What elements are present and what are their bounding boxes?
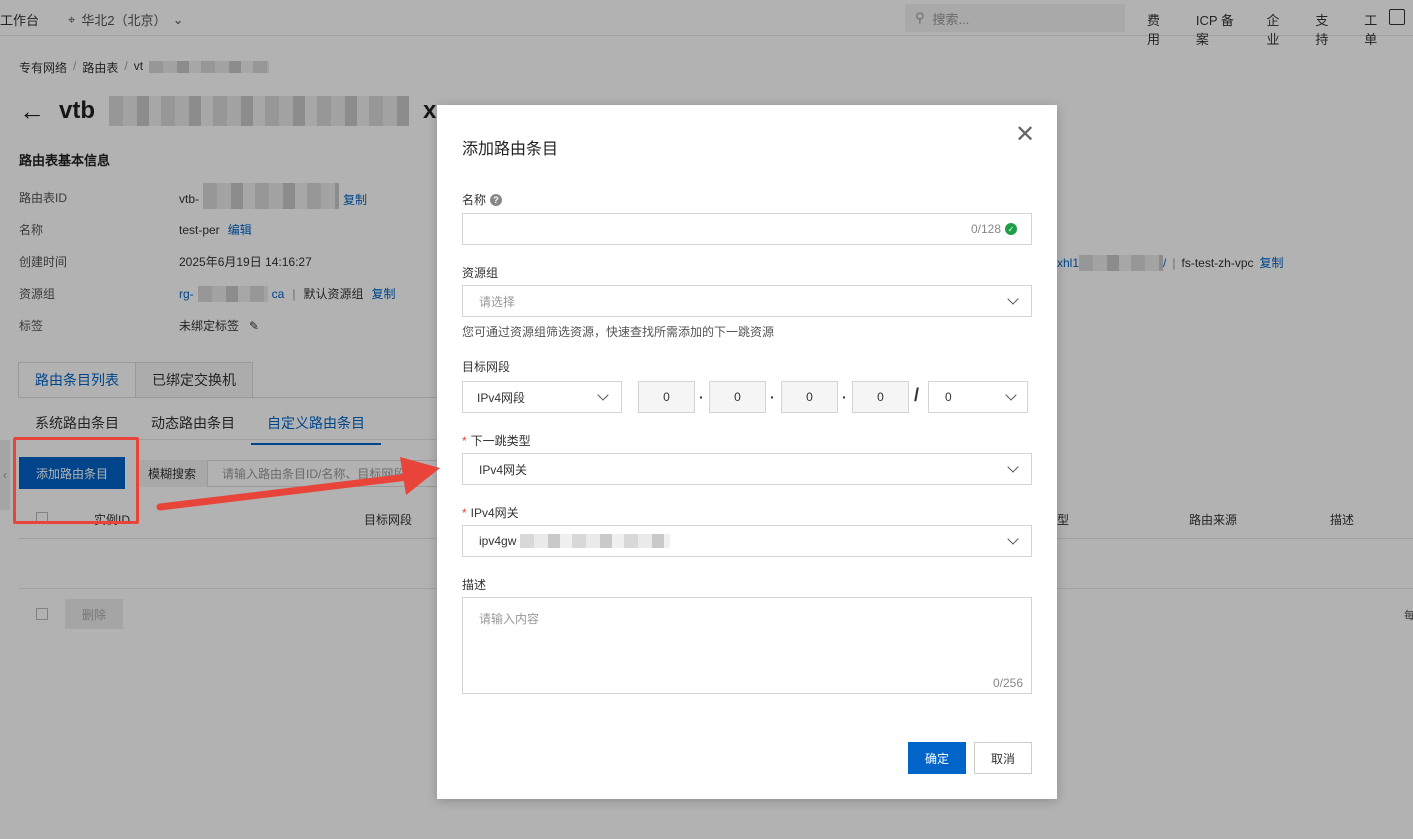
add-route-entry-dialog: 添加路由条目 ✕ 名称 ? 0/128 ✓ 资源组 请选择 您可通过资源组筛选资… bbox=[437, 105, 1057, 799]
dest-cidr-row: IPv4网段 0 · 0 · 0 · 0 / 0 bbox=[462, 381, 1032, 413]
octet-1-input[interactable]: 0 bbox=[638, 381, 695, 413]
name-counter: 0/128 bbox=[970, 222, 1001, 236]
ip-type-select[interactable]: IPv4网段 bbox=[462, 381, 622, 413]
dest-cidr-label: 目标网段 bbox=[462, 360, 511, 374]
annotation-highlight-box bbox=[13, 437, 139, 524]
nexthop-type-label: * 下一跳类型 bbox=[462, 433, 531, 449]
nexthop-type-select[interactable]: IPv4网关 bbox=[462, 453, 1032, 485]
dialog-title: 添加路由条目 bbox=[462, 141, 559, 158]
gateway-select[interactable]: ipv4gw bbox=[462, 525, 1032, 557]
chevron-down-icon bbox=[1007, 293, 1019, 305]
chevron-down-icon bbox=[1007, 533, 1019, 545]
confirm-button[interactable]: 确定 bbox=[908, 742, 966, 774]
description-label: 描述 bbox=[462, 578, 487, 592]
mask-select[interactable]: 0 bbox=[928, 381, 1028, 413]
help-icon[interactable]: ? bbox=[490, 193, 503, 206]
resource-group-hint: 您可通过资源组筛选资源，快速查找所需添加的下一跳资源 bbox=[462, 325, 775, 339]
octet-4-input[interactable]: 0 bbox=[852, 381, 909, 413]
gateway-label: * IPv4网关 bbox=[462, 505, 519, 521]
close-icon[interactable]: ✕ bbox=[1015, 123, 1035, 147]
octet-3-input[interactable]: 0 bbox=[781, 381, 838, 413]
check-icon: ✓ bbox=[1005, 223, 1017, 235]
name-input[interactable]: 0/128 ✓ bbox=[462, 213, 1032, 245]
cancel-button[interactable]: 取消 bbox=[974, 742, 1032, 774]
chevron-down-icon bbox=[1005, 389, 1017, 401]
name-label: 名称 ? bbox=[462, 191, 503, 208]
resource-group-label: 资源组 bbox=[462, 266, 499, 280]
octet-2-input[interactable]: 0 bbox=[709, 381, 766, 413]
description-textarea[interactable]: 请输入内容 0/256 bbox=[462, 597, 1032, 694]
chevron-down-icon bbox=[597, 389, 609, 401]
resource-group-select[interactable]: 请选择 bbox=[462, 285, 1032, 317]
description-counter: 0/256 bbox=[992, 676, 1023, 690]
chevron-down-icon bbox=[1007, 461, 1019, 473]
redacted-gateway bbox=[520, 534, 671, 548]
